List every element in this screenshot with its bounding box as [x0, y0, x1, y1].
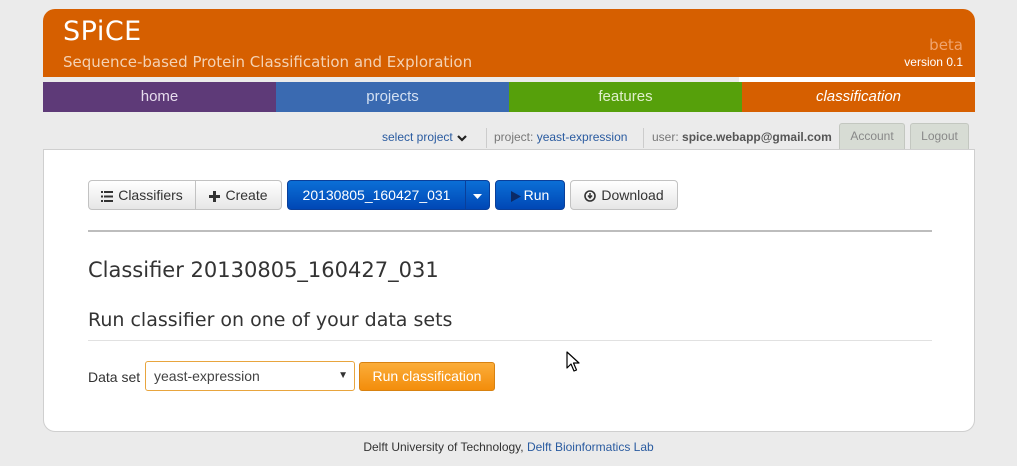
footer-lab-link[interactable]: Delft Bioinformatics Lab — [527, 440, 654, 454]
main-panel: Classifiers Create 20130805_160427_031 R… — [43, 149, 975, 432]
classifier-dropdown-toggle[interactable] — [465, 180, 490, 210]
dataset-label: Data set — [88, 369, 141, 385]
section-divider — [88, 340, 932, 341]
plus-icon — [209, 190, 221, 202]
main-nav: home projects features classification — [43, 82, 975, 112]
play-icon — [510, 190, 521, 202]
run-button[interactable]: Run — [495, 180, 565, 210]
select-arrow-icon: ▼ — [338, 370, 348, 381]
divider — [643, 128, 644, 148]
version-label: version 0.1 — [904, 55, 963, 69]
dataset-select[interactable]: yeast-expression ▼ — [145, 361, 355, 391]
page-title: Classifier 20130805_160427_031 — [88, 258, 439, 282]
account-button[interactable]: Account — [839, 123, 905, 149]
select-project-dropdown[interactable]: select project — [382, 124, 468, 150]
classifiers-button[interactable]: Classifiers — [88, 180, 196, 210]
caret-down-icon — [473, 193, 482, 199]
mouse-cursor-icon — [566, 351, 580, 372]
select-project-label: select project — [382, 130, 453, 144]
user-email: spice.webapp@gmail.com — [682, 130, 832, 144]
create-label: Create — [225, 187, 268, 203]
project-link[interactable]: yeast-expression — [537, 130, 628, 144]
download-label: Download — [601, 187, 664, 203]
download-button[interactable]: Download — [570, 180, 678, 210]
logout-button[interactable]: Logout — [910, 123, 969, 149]
section-title: Run classifier on one of your data sets — [88, 309, 453, 331]
nav-projects[interactable]: projects — [276, 82, 509, 112]
app-logo[interactable]: SPiCE — [63, 16, 142, 47]
nav-features[interactable]: features — [509, 82, 742, 112]
create-button[interactable]: Create — [195, 180, 282, 210]
project-label: project: — [494, 130, 534, 144]
beta-label: beta — [929, 36, 963, 54]
page-footer: Delft University of Technology, Delft Bi… — [0, 440, 1017, 454]
run-label: Run — [523, 187, 550, 203]
current-project: project: yeast-expression — [494, 124, 627, 150]
dataset-selected-value: yeast-expression — [154, 368, 260, 384]
download-circle-icon — [584, 190, 597, 203]
classifiers-label: Classifiers — [118, 187, 183, 203]
user-label: user: — [652, 130, 679, 144]
divider — [486, 128, 487, 148]
current-user: user: spice.webapp@gmail.com — [652, 124, 832, 150]
run-classification-button[interactable]: Run classification — [359, 362, 495, 391]
nav-classification[interactable]: classification — [742, 82, 975, 112]
app-tagline: Sequence-based Protein Classification an… — [63, 53, 473, 71]
app-header: SPiCE Sequence-based Protein Classificat… — [43, 9, 975, 77]
classifier-select-button[interactable]: 20130805_160427_031 — [287, 180, 466, 210]
toolbar-divider — [88, 230, 932, 232]
nav-home[interactable]: home — [43, 82, 276, 112]
list-icon — [101, 190, 114, 202]
footer-text: Delft University of Technology, — [363, 440, 524, 454]
chevron-down-icon — [457, 135, 467, 142]
